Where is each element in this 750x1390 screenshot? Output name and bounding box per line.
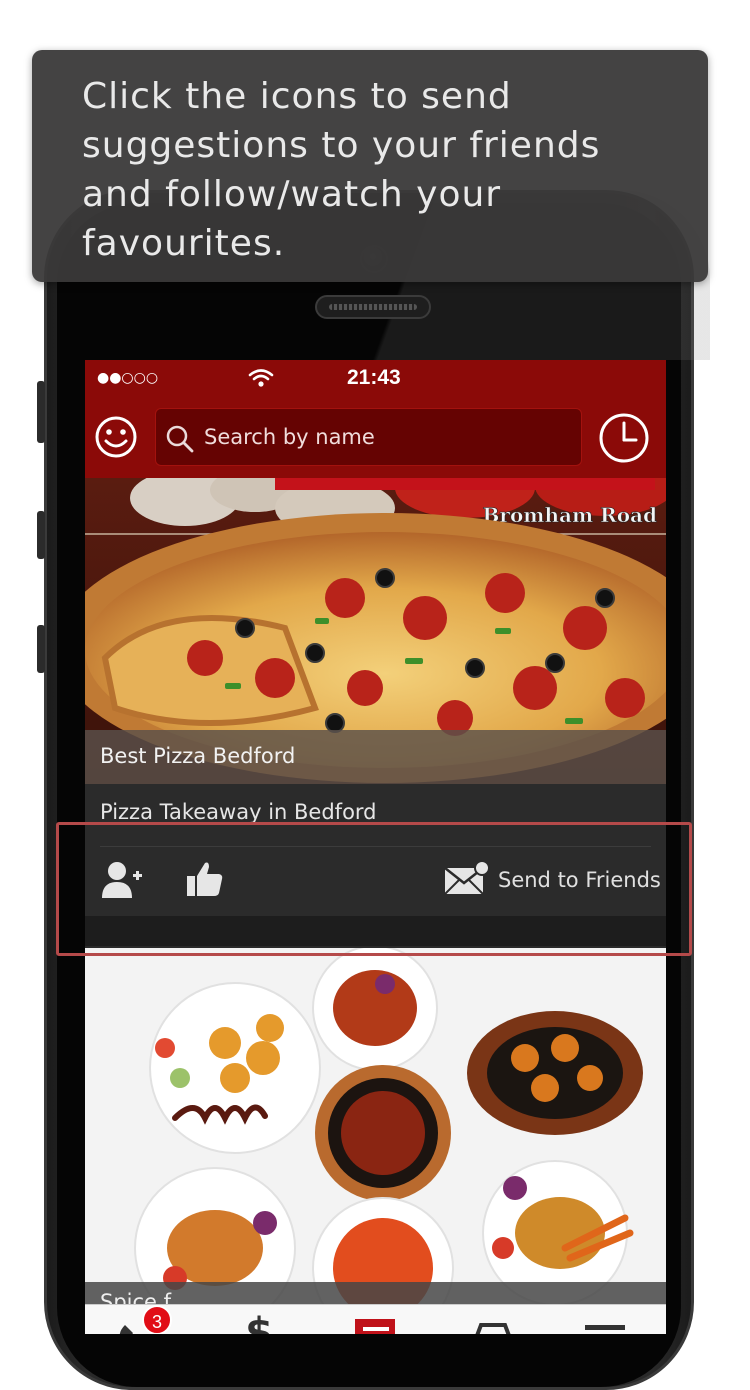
action-row-highlight — [56, 822, 692, 956]
phone-volume-down — [37, 625, 45, 673]
restaurant-subtitle: Pizza Takeaway in Bedford — [100, 800, 377, 824]
curry-dishes-photo[interactable] — [85, 948, 666, 1318]
phone-volume-up — [37, 511, 45, 559]
search-placeholder: Search by name — [204, 425, 375, 449]
earpiece-speaker — [315, 295, 431, 319]
tooltip-text: Click the icons to send suggestions to y… — [82, 76, 601, 264]
status-time: 21:43 — [347, 366, 401, 389]
search-input[interactable]: Search by name — [155, 408, 582, 466]
restaurant-title[interactable]: Best Pizza Bedford — [100, 744, 295, 768]
menu-tab-icon[interactable] — [353, 1311, 397, 1334]
signal-strength: ●●○○○ — [97, 370, 159, 386]
nav-bar: Search by name — [85, 398, 666, 478]
wifi-icon — [248, 368, 274, 392]
hamburger-tab-icon[interactable] — [583, 1311, 627, 1334]
bottom-tab-bar: 3 $ — [85, 1304, 666, 1334]
status-bar: ●●○○○ 21:43 — [85, 360, 666, 398]
phone-mute-switch — [37, 381, 45, 443]
search-icon — [166, 425, 194, 457]
car-tab-icon[interactable] — [469, 1311, 513, 1334]
tutorial-tooltip: Click the icons to send suggestions to y… — [32, 50, 708, 282]
smiley-icon[interactable] — [95, 416, 137, 458]
dollar-tab-icon[interactable]: $ — [237, 1311, 281, 1334]
clock-icon[interactable] — [598, 412, 650, 464]
notification-badge: 3 — [142, 1305, 172, 1334]
